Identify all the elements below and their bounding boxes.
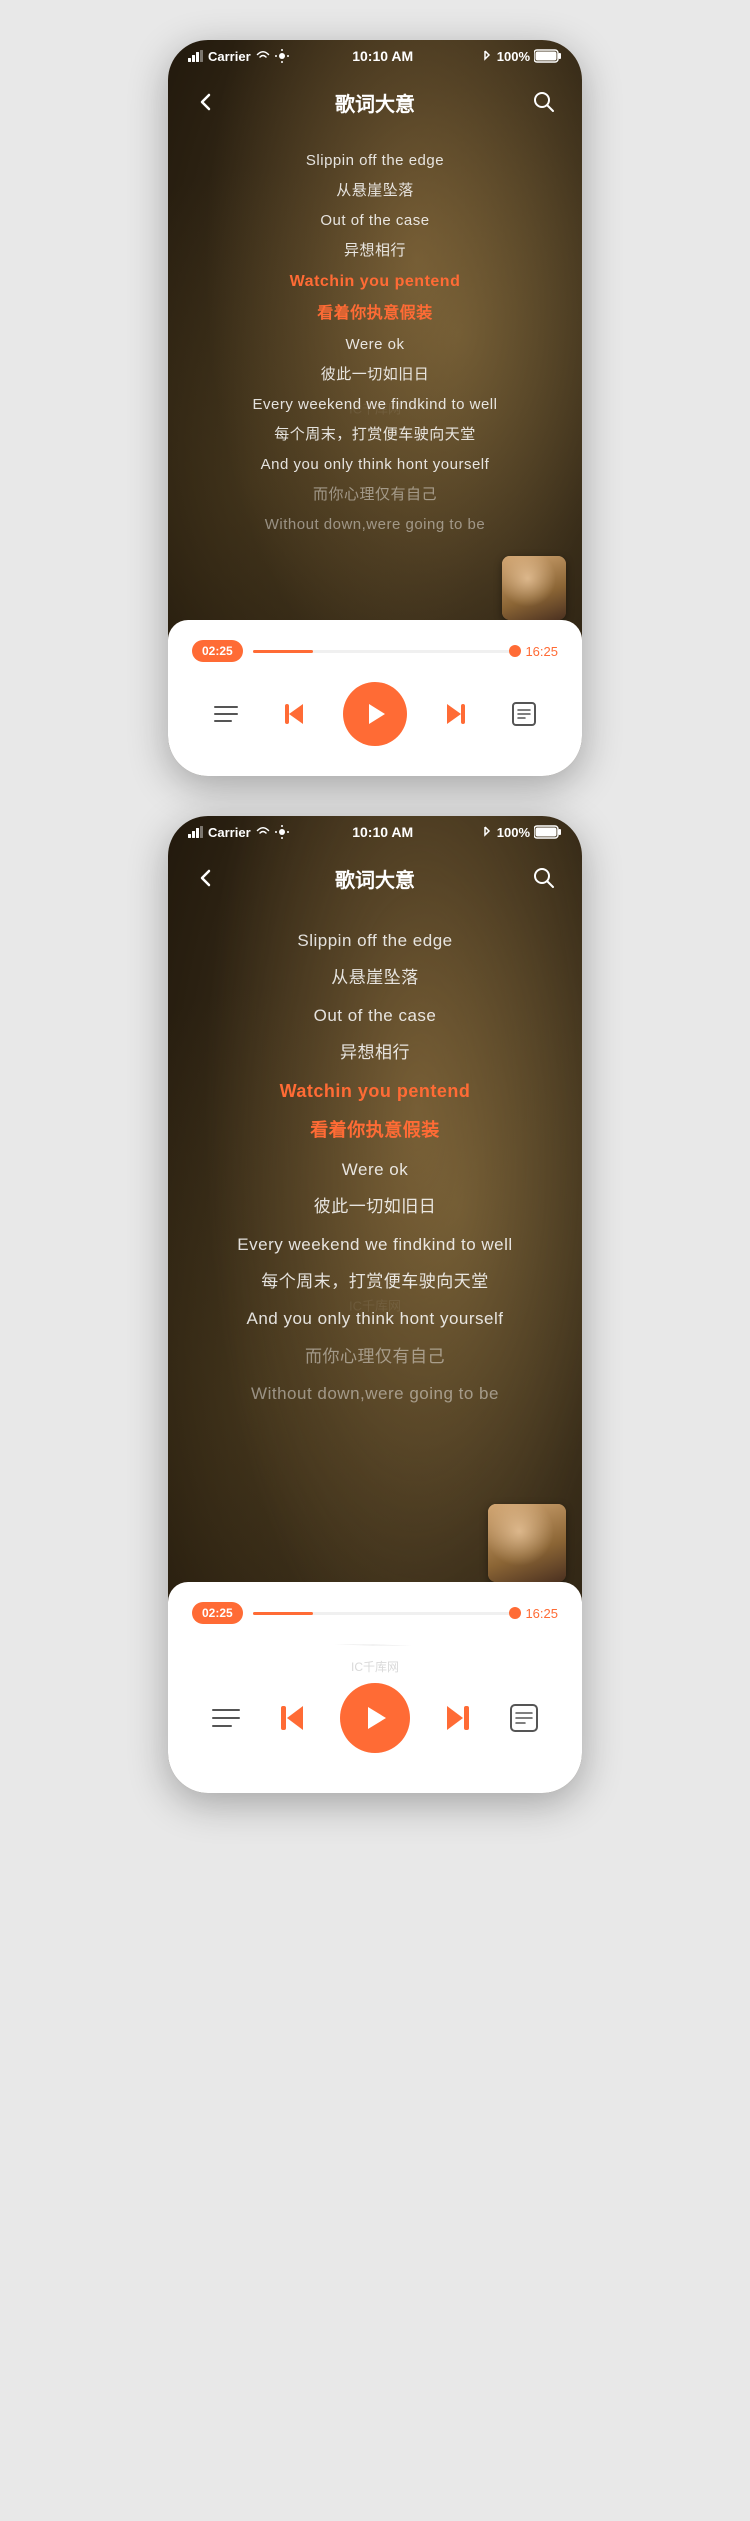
status-battery-1: 100%: [477, 49, 562, 64]
watermark-card: IC千库网: [192, 1658, 558, 1675]
brightness-icon: [275, 49, 289, 63]
next-button-2[interactable]: [437, 1698, 477, 1738]
total-time-2: 16:25: [525, 1606, 558, 1621]
lyric-l-5: Watchin you pentend: [280, 1072, 471, 1112]
lyric-line-9: Every weekend we findkind to well: [253, 390, 498, 420]
album-thumbnail-1[interactable]: [502, 556, 566, 620]
play-button-1[interactable]: [343, 682, 407, 746]
lyric-line-3: Out of the case: [320, 206, 429, 236]
lyric-l-13: Without down,were going to be: [251, 1375, 499, 1412]
back-button-2[interactable]: [188, 860, 224, 896]
status-bar-2: Carrier 10:10 AM 10: [168, 816, 582, 844]
progress-track-1[interactable]: [253, 650, 516, 653]
player-card-2: 02:25 16:25 IC千库网: [168, 1582, 582, 1793]
phone-frame-1: Carrier 10:10 AM 10: [168, 40, 582, 776]
battery-icon-2: [534, 825, 562, 839]
lyric-l-9: Every weekend we findkind to well: [237, 1226, 512, 1263]
status-carrier-2: Carrier: [188, 825, 289, 840]
lyric-line-4: 异想相行: [344, 236, 406, 266]
status-bar-1: Carrier 10:10 AM 10: [168, 40, 582, 68]
search-button-2[interactable]: [526, 860, 562, 896]
status-time-2: 10:10 AM: [352, 824, 413, 840]
lyric-line-8: 彼此一切如旧日: [321, 360, 430, 390]
lyric-l-12: 而你心理仅有自己: [305, 1338, 445, 1375]
progress-section-1: 02:25 16:25: [192, 640, 558, 662]
music-background-1: Carrier 10:10 AM 10: [168, 40, 582, 776]
search-button-1[interactable]: [526, 84, 562, 120]
album-thumbnail-2[interactable]: [488, 1504, 566, 1582]
lyric-l-11: And you only think hont yourself: [247, 1300, 504, 1337]
lyric-l-1: Slippin off the edge: [297, 922, 452, 959]
prev-button-2[interactable]: [273, 1698, 313, 1738]
player-card-1: 02:25 16:25: [168, 620, 582, 776]
lyric-line-11: And you only think hont yourself: [261, 450, 490, 480]
progress-section-2: 02:25 16:25: [192, 1602, 558, 1624]
player-controls-2: [192, 1683, 558, 1753]
lyric-l-3: Out of the case: [314, 997, 437, 1034]
lyrics-area-1: Slippin off the edge 从悬崖坠落 Out of the ca…: [168, 136, 582, 540]
bluetooth-icon-2: [477, 826, 493, 838]
lyric-line-5: Watchin you pentend: [290, 266, 461, 298]
status-battery-2: 100%: [477, 825, 562, 840]
page-title-2: 歌词大意: [335, 864, 415, 893]
lyric-l-2: 从悬崖坠落: [331, 959, 419, 996]
lyric-line-7: Were ok: [345, 330, 404, 360]
lyrics-area-2: Slippin off the edge 从悬崖坠落 Out of the ca…: [168, 912, 582, 1492]
battery-icon: [534, 49, 562, 63]
progress-dot-2: [509, 1607, 521, 1619]
lyric-l-8: 彼此一切如旧日: [314, 1188, 437, 1225]
prev-button-1[interactable]: [275, 694, 315, 734]
signal-icon: [188, 50, 204, 62]
bluetooth-icon: [477, 50, 493, 62]
playlist-button-2[interactable]: [206, 1698, 246, 1738]
progress-track-2[interactable]: [253, 1612, 516, 1615]
play-button-2[interactable]: [340, 1683, 410, 1753]
lyric-line-2: 从悬崖坠落: [336, 176, 414, 206]
current-time-2: 02:25: [192, 1602, 243, 1624]
current-time-1: 02:25: [192, 640, 243, 662]
lyric-line-13: Without down,were going to be: [265, 510, 485, 540]
wifi-icon: [255, 50, 271, 62]
page-title-1: 歌词大意: [335, 88, 415, 117]
status-carrier-1: Carrier: [188, 49, 289, 64]
phone-frame-2: Carrier 10:10 AM 10: [168, 816, 582, 1793]
lyric-line-6: 看着你执意假装: [317, 298, 433, 330]
wifi-icon-2: [255, 826, 271, 838]
lyric-l-10: 每个周末，打赏便车驶向天堂: [261, 1263, 489, 1300]
lyrics-button-1[interactable]: [504, 694, 544, 734]
lyric-l-6: 看着你执意假装: [310, 1111, 440, 1151]
lyrics-button-2[interactable]: [504, 1698, 544, 1738]
signal-icon-2: [188, 826, 204, 838]
brightness-icon-2: [275, 825, 289, 839]
progress-fill-1: [253, 650, 313, 653]
music-background-2: Carrier 10:10 AM 10: [168, 816, 582, 1793]
progress-dot-1: [509, 645, 521, 657]
lyric-l-7: Were ok: [342, 1151, 409, 1188]
progress-fill-2: [253, 1612, 313, 1615]
total-time-1: 16:25: [525, 644, 558, 659]
status-time-1: 10:10 AM: [352, 48, 413, 64]
playlist-button-1[interactable]: [206, 694, 246, 734]
player-controls-1: [192, 682, 558, 746]
next-button-1[interactable]: [435, 694, 475, 734]
back-button-1[interactable]: [188, 84, 224, 120]
lyric-line-1: Slippin off the edge: [306, 146, 444, 176]
lyric-line-10: 每个周末，打赏便车驶向天堂: [274, 420, 476, 450]
lyric-line-12: 而你心理仅有自己: [313, 480, 437, 510]
lyric-l-4: 异想相行: [340, 1034, 410, 1071]
